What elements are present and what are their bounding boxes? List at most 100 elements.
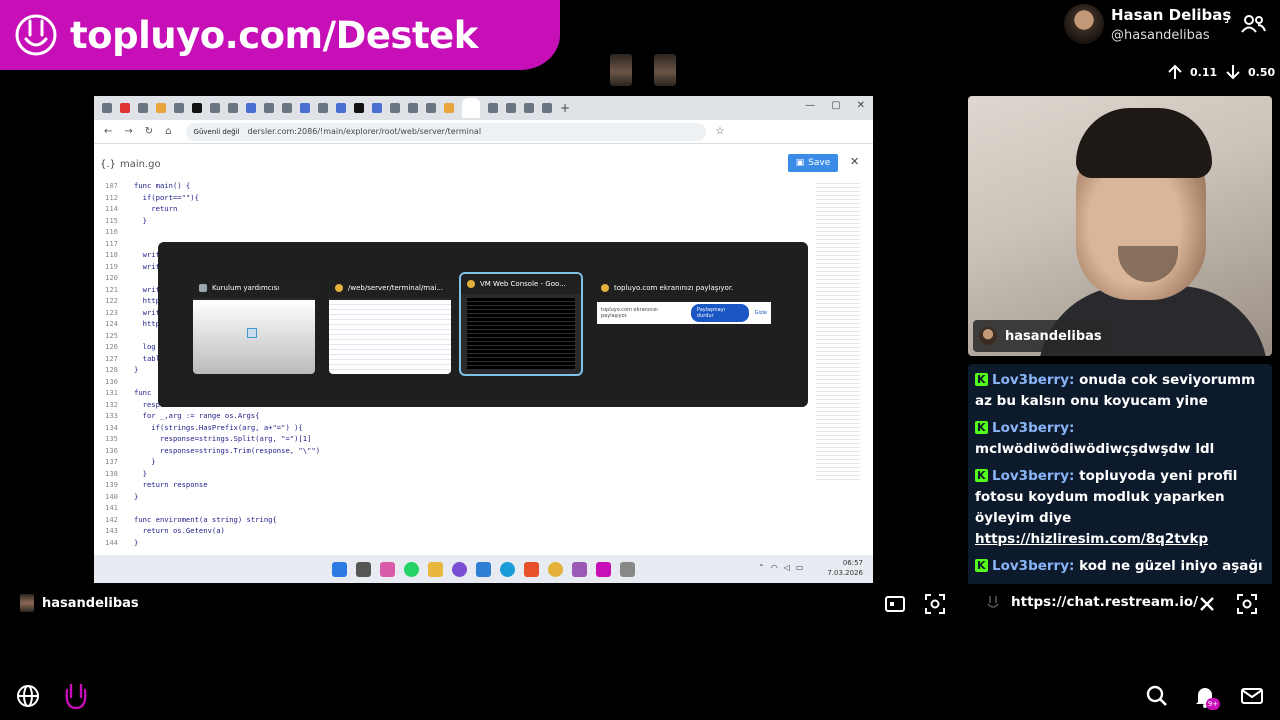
code-line[interactable]: 141 — [94, 502, 814, 514]
url-box[interactable]: Güvenli değil dersler.com:2086/!main/exp… — [185, 122, 706, 141]
browser-tab[interactable] — [156, 103, 166, 113]
minimize-icon[interactable]: — — [805, 100, 815, 111]
brave-icon[interactable] — [524, 561, 539, 577]
browser-tab[interactable] — [372, 103, 382, 113]
viewer-avatar[interactable] — [610, 54, 632, 86]
chat-link[interactable]: https://hizliresim.com/8q2tvkp — [975, 531, 1208, 547]
folder-icon[interactable] — [428, 561, 443, 577]
save-button[interactable]: ▣ Save — [788, 154, 838, 172]
code-line[interactable]: 138 } — [94, 468, 814, 480]
code-line[interactable]: 112 if(port==""){ — [94, 192, 814, 204]
vscode-icon[interactable] — [476, 561, 491, 577]
new-tab-icon[interactable]: + — [560, 101, 570, 115]
switcher-card[interactable]: /web/server/terminal/mai... — [329, 278, 451, 374]
code-line[interactable]: 140} — [94, 491, 814, 503]
url-text[interactable]: dersler.com:2086/!main/explorer/root/web… — [247, 127, 481, 136]
taskview-icon[interactable] — [356, 561, 371, 577]
switcher-card-selected[interactable]: VM Web Console - Goo... — [459, 272, 583, 376]
code-line[interactable]: 114 return — [94, 203, 814, 215]
chat-nick[interactable]: Lov3berry: — [992, 372, 1074, 388]
whatsapp-icon[interactable] — [404, 561, 419, 577]
code-line[interactable]: 134 if(strings.HasPrefix(arg, a+"=") ){ — [94, 422, 814, 434]
close-editor-icon[interactable]: ✕ — [850, 155, 859, 168]
browser-tab[interactable] — [336, 103, 346, 113]
browser-tab[interactable] — [192, 103, 202, 113]
copilot-icon[interactable] — [380, 561, 395, 577]
code-line[interactable]: 116 — [94, 226, 814, 238]
browser-tab[interactable] — [426, 103, 436, 113]
volume-icon[interactable]: ◁ — [784, 563, 790, 572]
code-line[interactable]: 136 response=strings.Trim(response, "\""… — [94, 445, 814, 457]
people-icon[interactable] — [1240, 14, 1266, 34]
browser-tab[interactable] — [444, 103, 454, 113]
code-line[interactable]: 133 for _,arg := range os.Args{ — [94, 410, 814, 422]
topluyo-icon[interactable] — [596, 561, 611, 577]
browser-tab[interactable] — [264, 103, 274, 113]
bookmark-star-icon[interactable]: ☆ — [716, 126, 725, 137]
browser-tab[interactable] — [228, 103, 238, 113]
maximize-icon[interactable]: ▢ — [831, 100, 840, 111]
chat-panel[interactable]: Lov3berry: onuda cok seviyorumm az bu ka… — [968, 364, 1272, 584]
stream-owner-tag[interactable]: hasandelibas — [20, 594, 139, 612]
globe-icon[interactable] — [16, 684, 40, 708]
code-minimap[interactable] — [816, 180, 860, 480]
viewer-avatar[interactable] — [654, 54, 676, 86]
browser-tab[interactable] — [282, 103, 292, 113]
browser-tab[interactable] — [102, 103, 112, 113]
window-close-icon[interactable]: ✕ — [857, 100, 865, 111]
browser-tab-active[interactable] — [462, 98, 480, 118]
wifi-icon[interactable]: ◠ — [771, 563, 778, 572]
browser-tab[interactable] — [488, 103, 498, 113]
code-line[interactable]: 142 func enviroment(a string) string{ — [94, 514, 814, 526]
focus-icon[interactable] — [924, 593, 946, 615]
security-warning[interactable]: Güvenli değil — [194, 128, 240, 136]
browser-tab[interactable] — [318, 103, 328, 113]
switcher-card[interactable]: topluyo.com ekranınızı paylaşıyor. toplu… — [595, 278, 771, 374]
browser-tab[interactable] — [408, 103, 418, 113]
hide-button[interactable]: Gizle — [755, 310, 767, 316]
code-line[interactable]: 107 func main() { — [94, 180, 814, 192]
code-line[interactable]: 143 return os.Getenv(a) — [94, 525, 814, 537]
code-line[interactable]: 115 } — [94, 215, 814, 227]
mail-icon[interactable] — [1240, 684, 1264, 708]
edge-icon[interactable] — [500, 561, 515, 577]
start-icon[interactable] — [332, 561, 347, 577]
app-icon[interactable] — [572, 561, 587, 577]
search-icon[interactable] — [1145, 684, 1169, 708]
browser-tab[interactable] — [246, 103, 256, 113]
code-line[interactable]: 137 } — [94, 456, 814, 468]
browser-tab[interactable] — [542, 103, 552, 113]
user-avatar[interactable] — [1064, 4, 1104, 44]
app-icon[interactable] — [452, 561, 467, 577]
chat-source[interactable]: https://chat.restream.io/ — [985, 594, 1198, 610]
battery-icon[interactable]: ▭ — [796, 563, 804, 572]
taskbar-clock[interactable]: 06:57 7.03.2026 — [827, 558, 863, 578]
browser-tab[interactable] — [390, 103, 400, 113]
back-icon[interactable]: ← — [104, 126, 112, 137]
focus-icon[interactable] — [1236, 593, 1258, 615]
forward-icon[interactable]: → — [124, 126, 132, 137]
code-line[interactable]: 135 response=strings.Split(arg, "=")[1] — [94, 433, 814, 445]
chevron-up-icon[interactable]: ⌃ — [758, 563, 765, 572]
app-icon[interactable] — [620, 561, 635, 577]
browser-tab[interactable] — [506, 103, 516, 113]
home-icon[interactable]: ⌂ — [165, 126, 171, 137]
chat-nick[interactable]: Lov3berry: — [992, 468, 1074, 484]
picture-in-picture-icon[interactable] — [884, 593, 906, 615]
code-line[interactable]: 139 return response — [94, 479, 814, 491]
browser-tab[interactable] — [300, 103, 310, 113]
chat-nick[interactable]: Lov3berry: — [992, 420, 1074, 436]
browser-tab[interactable] — [120, 103, 130, 113]
browser-tab[interactable] — [354, 103, 364, 113]
chat-nick[interactable]: Lov3berry: — [992, 558, 1074, 574]
browser-tab[interactable] — [524, 103, 534, 113]
close-icon[interactable] — [1196, 593, 1218, 615]
chrome-icon[interactable] — [548, 561, 563, 577]
topluyo-home-icon[interactable] — [63, 682, 89, 710]
browser-tab[interactable] — [174, 103, 184, 113]
reload-icon[interactable]: ↻ — [145, 126, 153, 137]
browser-tab[interactable] — [210, 103, 220, 113]
switcher-card[interactable]: Kurulum yardımcısı — [193, 278, 315, 374]
browser-tab[interactable] — [138, 103, 148, 113]
stop-sharing-button[interactable]: Paylaşmayı durdur — [690, 304, 749, 322]
